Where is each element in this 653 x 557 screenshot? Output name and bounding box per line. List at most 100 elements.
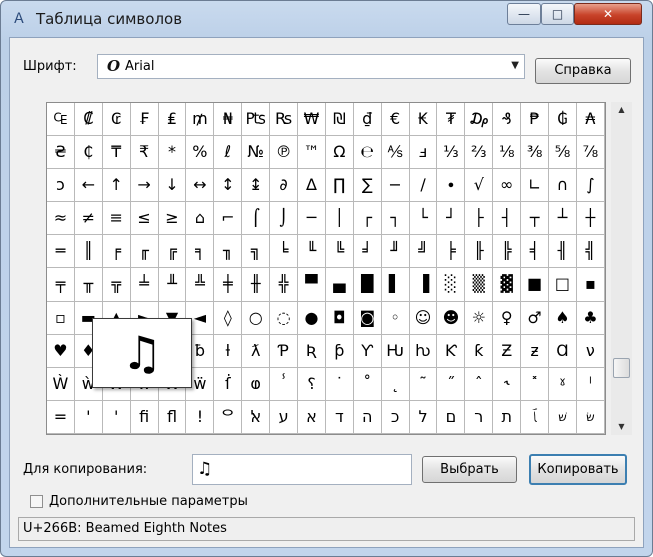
char-cell[interactable]: ┘ xyxy=(437,202,466,236)
char-cell[interactable]: ⌠ xyxy=(242,202,271,236)
char-cell[interactable]: ↨ xyxy=(242,169,271,203)
char-cell[interactable]: ╓ xyxy=(130,235,159,269)
char-cell[interactable]: ₨ xyxy=(270,103,299,137)
char-cell[interactable]: ☻ xyxy=(437,301,466,335)
char-cell[interactable]: ╨ xyxy=(158,268,187,302)
char-cell[interactable]: ← xyxy=(74,169,103,203)
char-cell[interactable]: ∞ xyxy=(493,169,522,203)
char-cell[interactable]: ∟ xyxy=(521,169,550,203)
char-cell[interactable]: ░ xyxy=(437,268,466,302)
char-cell[interactable]: ₦ xyxy=(214,103,243,137)
char-cell[interactable]: ╤ xyxy=(47,268,75,302)
char-cell[interactable]: ├ xyxy=(465,202,494,236)
font-select[interactable]: O Arial ▼ xyxy=(97,54,525,79)
grid-scrollbar[interactable]: ▲ ▼ xyxy=(611,102,632,435)
char-cell[interactable]: ⅝ xyxy=(549,136,577,170)
char-cell[interactable]: שׁ xyxy=(549,400,577,434)
char-cell[interactable]: ∫ xyxy=(576,169,605,203)
char-cell[interactable]: ⱷ xyxy=(242,367,271,401)
char-cell[interactable]: ₣ xyxy=(130,103,159,137)
char-cell[interactable]: ╣ xyxy=(576,235,605,269)
char-cell[interactable]: ╥ xyxy=(74,268,103,302)
char-cell[interactable]: ▫ xyxy=(47,301,75,335)
select-button[interactable]: Выбрать xyxy=(422,456,517,483)
char-cell[interactable]: Ɑ xyxy=(549,334,577,368)
char-cell[interactable]: ƶ xyxy=(521,334,550,368)
char-cell[interactable]: ƕ xyxy=(409,334,438,368)
char-cell[interactable]: ẛ xyxy=(214,367,243,401)
copy-button[interactable]: Копировать xyxy=(529,454,627,485)
char-cell[interactable]: ⌡ xyxy=(270,202,299,236)
char-cell[interactable]: ₡ xyxy=(74,103,103,137)
char-cell[interactable]: ˙ xyxy=(325,367,354,401)
char-cell[interactable]: ╕ xyxy=(186,235,215,269)
char-cell[interactable]: ╦ xyxy=(102,268,131,302)
char-cell[interactable]: ∙ xyxy=(437,169,466,203)
char-cell[interactable]: ▐ xyxy=(409,268,438,302)
char-cell[interactable]: ≥ xyxy=(158,202,187,236)
char-cell[interactable]: ⌐ xyxy=(214,202,243,236)
char-cell[interactable]: ˠ xyxy=(549,367,577,401)
char-cell[interactable]: ˡ xyxy=(576,367,605,401)
char-cell[interactable]: א xyxy=(298,400,326,434)
char-cell[interactable]: − xyxy=(381,169,410,203)
char-cell[interactable]: ↓ xyxy=(158,169,187,203)
char-cell[interactable]: ■ xyxy=(521,268,550,302)
char-cell[interactable]: → xyxy=(130,169,159,203)
char-cell[interactable]: ┐ xyxy=(381,202,410,236)
char-cell[interactable]: ₯ xyxy=(465,103,494,137)
char-cell[interactable]: ∑ xyxy=(353,169,382,203)
close-button[interactable]: ✕ xyxy=(574,3,642,25)
char-cell[interactable]: ﬁ xyxy=(130,400,159,434)
char-cell[interactable]: ● xyxy=(298,301,326,335)
char-cell[interactable]: ν xyxy=(576,334,605,368)
char-cell[interactable]: ᄋ xyxy=(214,400,243,434)
char-cell[interactable]: ₴ xyxy=(47,136,75,170)
char-cell[interactable]: ∩ xyxy=(549,169,577,203)
char-cell[interactable]: ○ xyxy=(242,301,271,335)
char-cell[interactable]: ♂ xyxy=(521,301,550,335)
char-cell[interactable]: ▄ xyxy=(325,268,354,302)
char-cell[interactable]: ♠ xyxy=(549,301,577,335)
char-cell[interactable]: ┌ xyxy=(353,202,382,236)
char-cell[interactable]: ƛ xyxy=(242,334,271,368)
char-cell[interactable]: ₵ xyxy=(74,136,103,170)
char-cell[interactable]: ╬ xyxy=(270,268,299,302)
char-cell[interactable]: ◊ xyxy=(214,301,243,335)
char-cell[interactable]: ⌂ xyxy=(186,202,215,236)
char-cell[interactable]: ˆ xyxy=(465,367,494,401)
char-cell[interactable]: № xyxy=(242,136,271,170)
char-cell[interactable]: ˞ xyxy=(493,367,522,401)
char-cell[interactable]: ╚ xyxy=(325,235,354,269)
char-cell[interactable]: ר xyxy=(465,400,494,434)
char-cell[interactable]: ⅛ xyxy=(493,136,522,170)
char-cell[interactable]: ☺ xyxy=(409,301,438,335)
char-cell[interactable]: └ xyxy=(409,202,438,236)
char-cell[interactable]: ∕ xyxy=(409,169,438,203)
char-cell[interactable]: שׂ xyxy=(576,400,605,434)
char-cell[interactable]: ╠ xyxy=(493,235,522,269)
char-cell[interactable]: ∂ xyxy=(270,169,299,203)
char-cell[interactable]: ◙ xyxy=(353,301,382,335)
char-cell[interactable]: Ω xyxy=(325,136,354,170)
char-cell[interactable]: ℮ xyxy=(353,136,382,170)
char-cell[interactable]: € xyxy=(381,103,410,137)
char-cell[interactable]: ◦ xyxy=(381,301,410,335)
char-cell[interactable]: ƙ xyxy=(465,334,494,368)
char-cell[interactable]: ╫ xyxy=(242,268,271,302)
char-cell[interactable]: ╙ xyxy=(298,235,326,269)
char-cell[interactable]: ⸯ xyxy=(270,367,299,401)
char-cell[interactable]: ╗ xyxy=(242,235,271,269)
char-cell[interactable]: ╔ xyxy=(158,235,187,269)
char-cell[interactable]: ' xyxy=(102,400,131,434)
char-cell[interactable]: ╡ xyxy=(521,235,550,269)
char-cell[interactable]: ˟ xyxy=(521,367,550,401)
char-cell[interactable]: ≈ xyxy=(47,202,75,236)
char-cell[interactable]: ⅔ xyxy=(465,136,494,170)
char-cell[interactable]: ┬ xyxy=(521,202,550,236)
char-cell[interactable]: ◘ xyxy=(325,301,354,335)
char-cell[interactable]: ד xyxy=(325,400,354,434)
char-cell[interactable]: ╛ xyxy=(353,235,382,269)
char-cell[interactable]: ƥ xyxy=(325,334,354,368)
char-cell[interactable]: ₸ xyxy=(102,136,131,170)
